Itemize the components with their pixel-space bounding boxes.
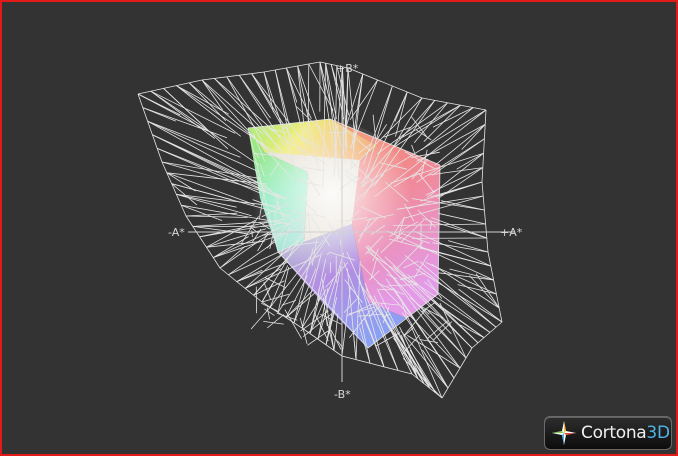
wireframe-edge — [277, 266, 290, 313]
wireframe-edge — [341, 355, 413, 375]
wireframe-edge — [441, 347, 473, 399]
wireframe-edge — [347, 67, 423, 99]
wireframe-edge — [176, 85, 279, 155]
wireframe-edge — [379, 289, 393, 291]
wireframe-edge — [333, 313, 339, 351]
wireframe-edge — [185, 215, 221, 269]
wireframe-edge — [403, 327, 415, 337]
axis-label-minus-a: -A* — [168, 226, 185, 239]
wireframe-edge — [421, 107, 474, 151]
wireframe-edge — [266, 314, 285, 329]
wireframe-edge — [349, 79, 378, 121]
wireframe-edge — [240, 216, 259, 244]
axis-label-plus-b: +B* — [336, 62, 359, 75]
wireframe-edge — [399, 104, 461, 140]
wireframe-edge — [185, 215, 248, 218]
wireframe-edge — [214, 78, 275, 133]
wireframe-edge — [418, 308, 467, 359]
wireframe-edge — [394, 91, 408, 122]
cortona-star-icon — [552, 421, 576, 445]
wireframe-edge — [251, 230, 253, 238]
wireframe-edge — [161, 161, 187, 217]
wireframe-edge — [353, 336, 357, 360]
wireframe-edge — [226, 76, 265, 147]
wireframe-edge — [276, 312, 298, 321]
wireframe-edge — [487, 251, 503, 323]
wireframe-edge — [471, 321, 503, 349]
wireframe-edge — [459, 324, 485, 338]
wireframe-edge — [430, 217, 487, 239]
wireframe-edge — [411, 144, 415, 154]
wireframe-edge — [142, 107, 176, 122]
wireframe-edge — [137, 79, 203, 95]
cortona3d-logo-button[interactable]: Cortona3D — [544, 416, 672, 450]
cortona3d-logo-text: Cortona3D — [581, 423, 670, 443]
wireframe-edge — [284, 309, 302, 339]
wireframe-edge — [406, 315, 449, 389]
wireframe-edge — [481, 109, 487, 183]
wireframe-edge — [431, 263, 500, 309]
axis-label-minus-b: -B* — [334, 388, 351, 401]
wireframe-edge — [308, 63, 334, 111]
wireframe-edge — [219, 245, 246, 269]
cortona-3d-viewer[interactable]: +B* -B* -A* +A* Cortona3D — [0, 0, 678, 456]
wireframe-edge — [263, 61, 321, 73]
wireframe-edge — [423, 104, 461, 142]
color-gamut-scene[interactable]: +B* -B* -A* +A* — [2, 2, 676, 454]
wireframe-edge — [481, 181, 489, 253]
wireframe-edge — [163, 88, 206, 129]
axis-label-plus-a: +A* — [500, 226, 523, 239]
wireframe-mesh — [137, 61, 503, 399]
